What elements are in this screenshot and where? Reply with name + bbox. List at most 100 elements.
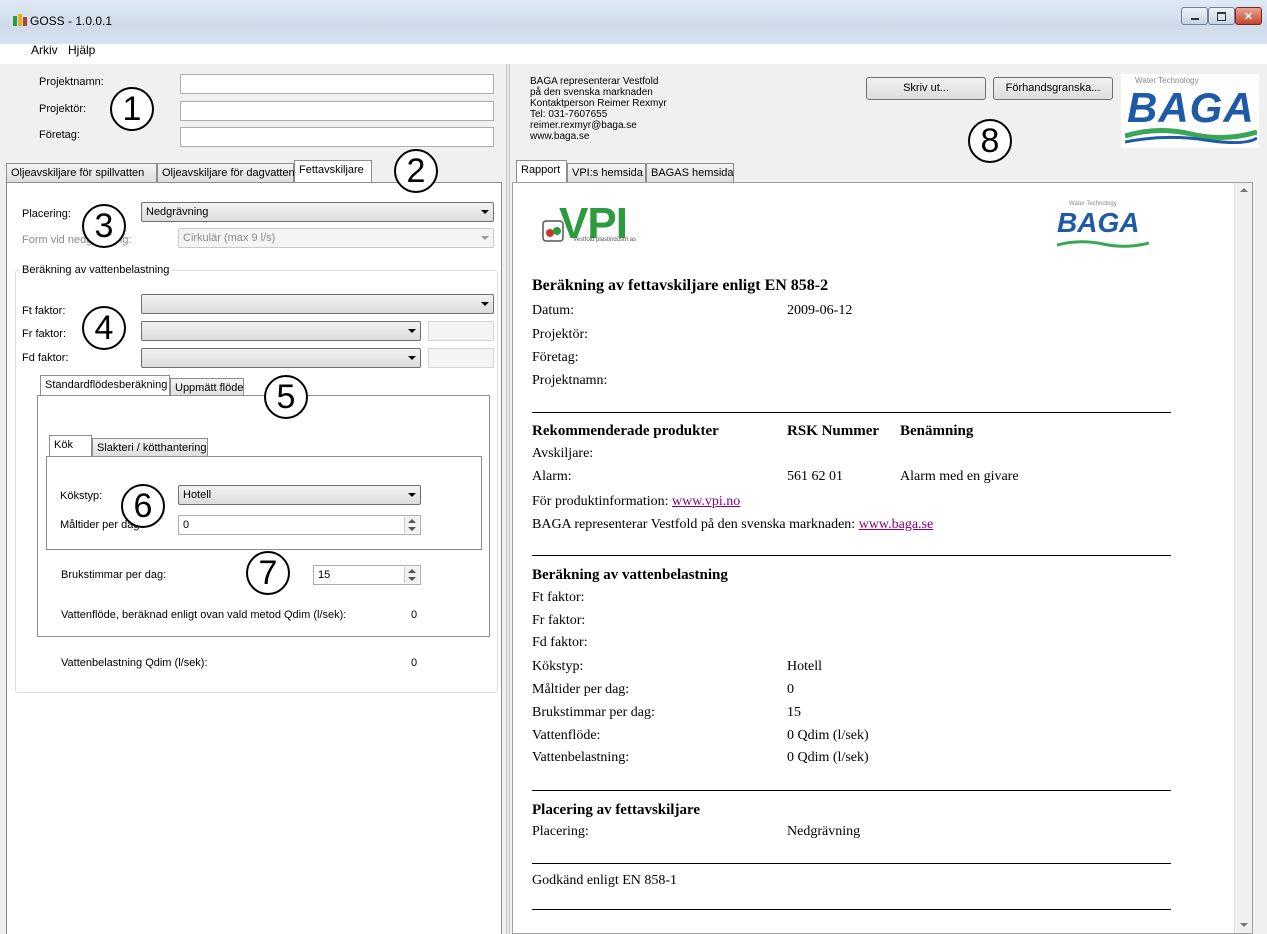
placement-heading: Placering av fettavskiljare <box>532 802 701 818</box>
close-button[interactable]: ✕ <box>1235 7 1262 25</box>
kitchen-type-value: Hotell <box>183 489 212 501</box>
report-waterload-value: 0 Qdim (l/sek) <box>787 750 869 765</box>
baga-report-wordmark: BAGA <box>1057 207 1140 238</box>
baga-link[interactable]: www.baga.se <box>859 517 934 532</box>
flow-label: Vattenflöde, beräknad enligt ovan vald m… <box>61 609 347 621</box>
kitchen-type-select[interactable]: Hotell <box>178 485 421 505</box>
alarm-name: Alarm med en givare <box>900 469 1019 484</box>
chevron-down-icon <box>408 329 416 333</box>
report-ft-label: Ft faktor: <box>532 590 585 605</box>
project-name-input[interactable] <box>180 74 494 94</box>
report-flow-value: 0 Qdim (l/sek) <box>787 728 869 743</box>
flow-value: 0 <box>411 609 418 621</box>
product-info-line: För produktinformation: www.vpi.no <box>532 494 740 510</box>
tab-oil-separator-wastewater[interactable]: Oljeavskiljare för spillvatten <box>6 163 157 183</box>
report-placement-label: Placering: <box>532 824 589 839</box>
report-hours-value: 15 <box>787 705 801 720</box>
company-info-line: Tel: 031-7607655 <box>530 109 608 120</box>
fd-factor-value <box>428 348 494 368</box>
company-input[interactable] <box>180 127 494 147</box>
menu-arkiv[interactable]: Arkiv <box>31 43 58 57</box>
company-info-line: Kontaktperson Reimer Rexmyr <box>530 98 667 109</box>
minimize-button[interactable] <box>1181 7 1208 25</box>
tab-report[interactable]: Rapport <box>516 160 567 183</box>
kitchen-type-label: Kökstyp: <box>60 490 103 502</box>
meals-value: 0 <box>183 519 190 531</box>
spin-arrows-icon[interactable] <box>404 567 419 583</box>
panel-splitter[interactable] <box>506 64 510 934</box>
designer-input[interactable] <box>180 101 494 121</box>
load-heading: Beräkning av vattenbelastning <box>532 567 728 583</box>
fr-factor-select[interactable] <box>141 321 421 341</box>
baga-report-logo: Water Technology BAGA <box>1055 199 1151 249</box>
report-scrollbar[interactable] <box>1234 183 1252 933</box>
meals-stepper[interactable]: 0 <box>178 515 421 535</box>
maximize-icon <box>1217 11 1226 21</box>
project-name-label: Projektnamn: <box>39 76 104 88</box>
baga-logo: Water Technology BAGA <box>1121 74 1259 148</box>
hours-stepper[interactable]: 15 <box>313 565 421 585</box>
baga-wordmark: BAGA <box>1127 84 1255 131</box>
report-kitchen-label: Kökstyp: <box>532 659 584 674</box>
form-value: Cirkulär (max 9 l/s) <box>183 232 276 244</box>
tab-grease-separator[interactable]: Fettavskiljare <box>294 160 372 183</box>
callout-6: 6 <box>121 484 165 528</box>
report-waterload-label: Vattenbelastning: <box>532 750 630 765</box>
wave-icon <box>1125 127 1257 144</box>
fr-factor-label: Fr faktor: <box>22 328 67 340</box>
print-button[interactable]: Skriv ut... <box>866 77 986 100</box>
menu-hjalp[interactable]: Hjälp <box>68 43 95 57</box>
report-divider <box>532 412 1171 413</box>
maximize-button[interactable] <box>1208 7 1235 25</box>
rsk-heading: RSK Nummer <box>787 423 880 439</box>
callout-7: 7 <box>246 551 290 595</box>
chevron-down-icon <box>481 236 489 240</box>
callout-1: 1 <box>110 87 154 131</box>
chevron-down-icon <box>408 493 416 497</box>
tab-kitchen[interactable]: Kök <box>49 435 92 458</box>
placement-select[interactable]: Nedgrävning <box>141 202 494 222</box>
callout-2: 2 <box>394 149 438 193</box>
minimize-icon <box>1190 17 1199 20</box>
report-fd-label: Fd faktor: <box>532 635 588 650</box>
approved-text: Godkänd enligt EN 858-1 <box>532 873 678 888</box>
callout-3: 3 <box>82 204 126 248</box>
report-hours-label: Brukstimmar per dag: <box>532 705 655 720</box>
report-flow-label: Vattenflöde: <box>532 728 601 743</box>
baga-info-text: BAGA representerar Vestfold på den svens… <box>532 517 859 532</box>
products-heading: Rekommenderade produkter <box>532 423 719 439</box>
hours-label: Brukstimmar per dag: <box>61 569 167 581</box>
tab-slaughterhouse[interactable]: Slakteri / kötthantering <box>92 438 208 458</box>
wave-icon <box>1057 240 1149 248</box>
water-load-group-title: Beräkning av vattenbelastning <box>20 264 172 276</box>
callout-8: 8 <box>968 119 1012 163</box>
preview-button[interactable]: Förhandsgranska... <box>993 77 1113 100</box>
title-bar <box>0 0 1267 44</box>
window-title: GOSS - 1.0.0.1 <box>30 14 113 28</box>
hours-value: 15 <box>318 569 331 581</box>
report-kitchen-value: Hotell <box>787 659 822 674</box>
company-info-line: www.baga.se <box>530 131 590 142</box>
company-label: Företag: <box>39 129 80 141</box>
report-divider <box>532 909 1171 910</box>
vpi-link[interactable]: www.vpi.no <box>672 494 740 509</box>
fd-factor-select[interactable] <box>141 348 421 368</box>
scroll-up-icon[interactable] <box>1240 188 1248 192</box>
company-info-line: på den svenska marknaden <box>530 87 653 98</box>
callout-4: 4 <box>82 306 126 350</box>
chevron-down-icon <box>408 356 416 360</box>
company-info: BAGA representerar Vestfold på den svens… <box>530 76 667 142</box>
spin-arrows-icon[interactable] <box>404 517 419 533</box>
placement-value: Nedgrävning <box>146 206 209 218</box>
tab-oil-separator-stormwater[interactable]: Oljeavskiljare för dagvatten <box>157 163 295 183</box>
report-title: Beräkning av fettavskiljare enligt EN 85… <box>532 277 829 294</box>
tab-baga-website[interactable]: BAGAS hemsida <box>646 163 734 183</box>
ft-factor-select[interactable] <box>141 294 494 314</box>
report-company-label: Företag: <box>532 350 579 365</box>
scroll-down-icon[interactable] <box>1240 923 1248 927</box>
report-view: VPI Vestfold plastindustri as Water Tech… <box>512 182 1253 934</box>
chevron-down-icon <box>481 210 489 214</box>
tab-vpi-website[interactable]: VPI:s hemsida <box>567 163 646 183</box>
separator-label: Avskiljare: <box>532 446 594 461</box>
vpi-subtitle: Vestfold plastindustri as <box>573 237 637 243</box>
